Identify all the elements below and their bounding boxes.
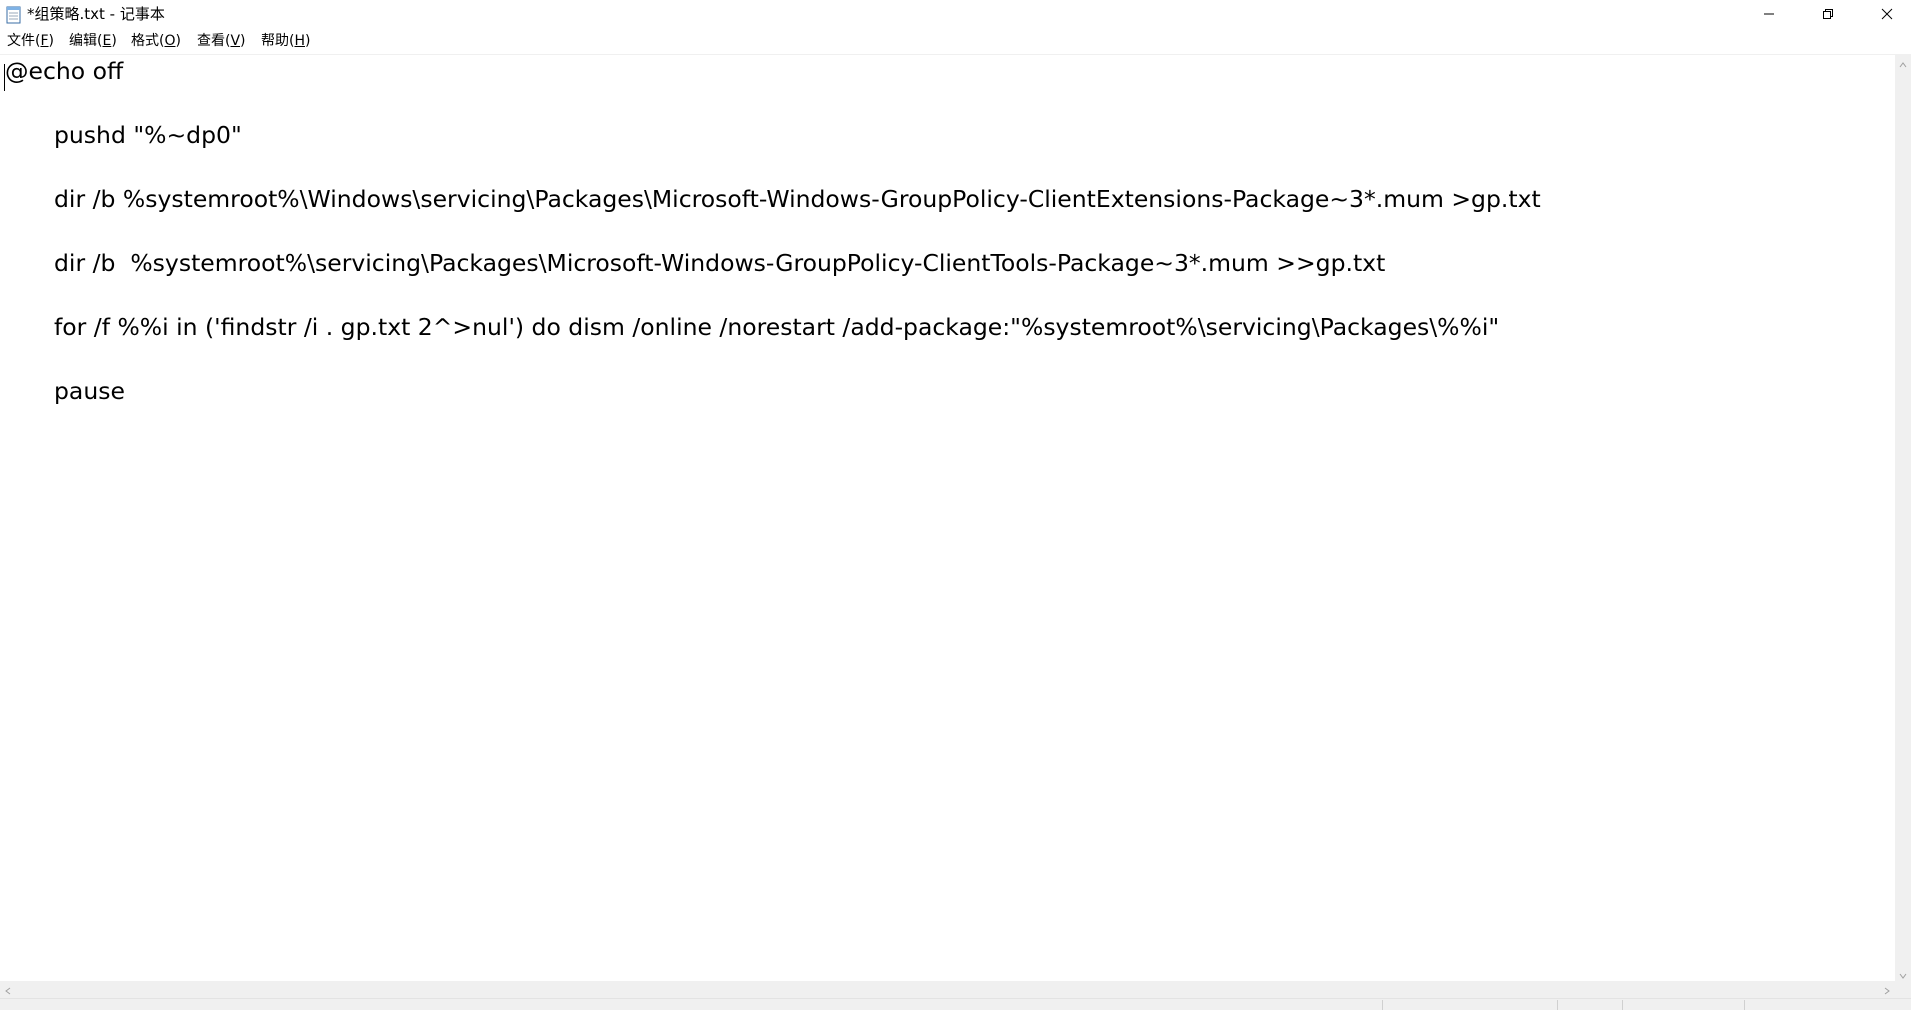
- menu-help[interactable]: 帮助(H): [260, 32, 311, 50]
- text-editor[interactable]: @echo off pushd "%~dp0" dir /b %systemro…: [0, 54, 1895, 982]
- editor-line: dir /b %systemroot%\servicing\Packages\M…: [54, 249, 1386, 277]
- scroll-right-button[interactable]: [1879, 981, 1895, 998]
- scroll-up-button[interactable]: [1895, 54, 1911, 70]
- restore-icon: [1822, 8, 1834, 20]
- editor-line: @echo off: [5, 57, 124, 85]
- chevron-up-icon: [1899, 53, 1907, 72]
- close-button[interactable]: [1858, 0, 1911, 28]
- notepad-icon[interactable]: [5, 5, 22, 24]
- window-title: *组策略.txt - 记事本: [27, 5, 165, 23]
- menu-format[interactable]: 格式(O): [130, 32, 182, 50]
- status-bar: [0, 998, 1911, 1010]
- menu-view[interactable]: 查看(V): [196, 32, 247, 50]
- editor-line: dir /b %systemroot%\Windows\servicing\Pa…: [54, 185, 1541, 213]
- chevron-left-icon: [5, 980, 11, 999]
- chevron-down-icon: [1899, 964, 1907, 983]
- menu-file[interactable]: 文件(F): [6, 32, 55, 50]
- minimize-icon: [1763, 8, 1775, 20]
- editor-line: pause: [54, 377, 125, 405]
- vertical-scrollbar[interactable]: [1895, 54, 1911, 981]
- title-bar[interactable]: *组策略.txt - 记事本: [0, 0, 1911, 28]
- scroll-left-button[interactable]: [0, 981, 16, 998]
- horizontal-scrollbar[interactable]: [0, 981, 1895, 998]
- menu-bar: 文件(F) 编辑(E) 格式(O) 查看(V) 帮助(H): [0, 29, 1911, 53]
- menu-edit[interactable]: 编辑(E): [68, 32, 118, 50]
- scrollbar-corner: [1895, 981, 1911, 998]
- close-icon: [1881, 8, 1893, 20]
- minimize-button[interactable]: [1740, 0, 1798, 28]
- scroll-down-button[interactable]: [1895, 965, 1911, 981]
- chevron-right-icon: [1884, 980, 1890, 999]
- editor-line: for /f %%i in ('findstr /i . gp.txt 2^>n…: [54, 313, 1500, 341]
- editor-line: pushd "%~dp0": [54, 121, 242, 149]
- restore-button[interactable]: [1799, 0, 1857, 28]
